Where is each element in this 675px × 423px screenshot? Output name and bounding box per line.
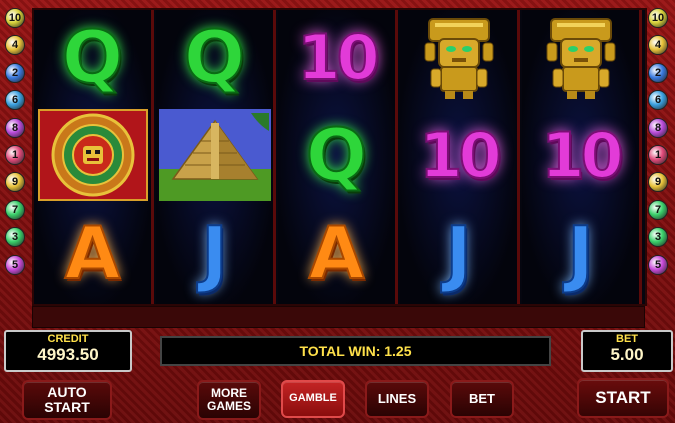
reels-area: Q A Q J 10 Q A 10 J 10 J <box>32 8 647 306</box>
reel-5: 10 J <box>522 10 642 304</box>
a-symbol-glyph: A <box>308 210 366 296</box>
total-win-display: TOTAL WIN: 1.25 <box>160 336 551 366</box>
left-payline-2: 2 <box>5 62 25 83</box>
right-payline-10: 10 <box>648 8 668 28</box>
j-symbol: J <box>524 206 637 300</box>
right-payline-9: 9 <box>648 172 668 193</box>
left-payline-5: 5 <box>5 254 25 275</box>
q-symbol-glyph: Q <box>61 14 124 100</box>
reel-3: 10 Q A <box>278 10 398 304</box>
j-symbol: J <box>402 206 515 300</box>
bet-value: 5.00 <box>610 345 644 364</box>
right-payline-6: 6 <box>648 90 668 111</box>
paylines-left: 10 4 2 6 8 1 9 7 3 5 <box>5 8 27 282</box>
aztec-calendar-symbol <box>36 108 149 202</box>
right-payline-4: 4 <box>648 35 668 56</box>
j-symbol-glyph: J <box>200 210 229 296</box>
left-payline-7: 7 <box>5 199 25 220</box>
left-payline-10: 10 <box>5 8 25 28</box>
gamble-button[interactable]: GAMBLE <box>281 380 345 418</box>
paylines-right: 10 4 2 6 8 1 9 7 3 5 <box>648 8 670 282</box>
bet-panel: BET 5.00 <box>581 330 673 372</box>
left-payline-1: 1 <box>5 144 25 165</box>
right-payline-1: 1 <box>648 144 668 165</box>
golden-idol-symbol <box>402 10 515 104</box>
bet-button[interactable]: BET <box>450 380 514 418</box>
q-symbol: Q <box>158 10 271 104</box>
ten-symbol-glyph: 10 <box>418 118 502 193</box>
left-payline-6: 6 <box>5 90 25 111</box>
ten-symbol: 10 <box>280 10 393 104</box>
credit-label: CREDIT <box>47 333 89 345</box>
j-symbol-glyph: J <box>566 210 595 296</box>
golden-idol-symbol <box>524 10 637 104</box>
ten-symbol: 10 <box>402 108 515 202</box>
a-symbol-glyph: A <box>64 210 122 296</box>
credit-value: 4993.50 <box>37 345 99 364</box>
reel-1: QA <box>34 10 154 304</box>
message-bar <box>32 306 645 328</box>
j-symbol: J <box>158 206 271 300</box>
reel-4: 10 J <box>400 10 520 304</box>
right-payline-7: 7 <box>648 199 668 220</box>
left-payline-8: 8 <box>5 117 25 138</box>
reel-2: QJ <box>156 10 276 304</box>
a-symbol: A <box>36 206 149 300</box>
q-symbol-glyph: Q <box>305 112 368 198</box>
pyramid-symbol <box>158 108 271 202</box>
q-symbol-glyph: Q <box>183 14 246 100</box>
right-payline-5: 5 <box>648 254 668 275</box>
left-payline-9: 9 <box>5 172 25 193</box>
ten-symbol: 10 <box>524 108 637 202</box>
q-symbol: Q <box>280 108 393 202</box>
j-symbol-glyph: J <box>444 210 473 296</box>
bet-label: BET <box>616 333 638 345</box>
more-games-button[interactable]: MORE GAMES <box>197 380 261 420</box>
credit-panel: CREDIT 4993.50 <box>4 330 132 372</box>
auto-start-button[interactable]: AUTO START <box>22 380 112 420</box>
left-payline-4: 4 <box>5 35 25 56</box>
q-symbol: Q <box>36 10 149 104</box>
left-payline-3: 3 <box>5 227 25 248</box>
ten-symbol-glyph: 10 <box>540 118 624 193</box>
right-payline-3: 3 <box>648 227 668 248</box>
ten-symbol-glyph: 10 <box>296 20 380 95</box>
lines-button[interactable]: LINES <box>365 380 429 418</box>
a-symbol: A <box>280 206 393 300</box>
start-button[interactable]: START <box>577 378 669 418</box>
right-payline-8: 8 <box>648 117 668 138</box>
right-payline-2: 2 <box>648 62 668 83</box>
